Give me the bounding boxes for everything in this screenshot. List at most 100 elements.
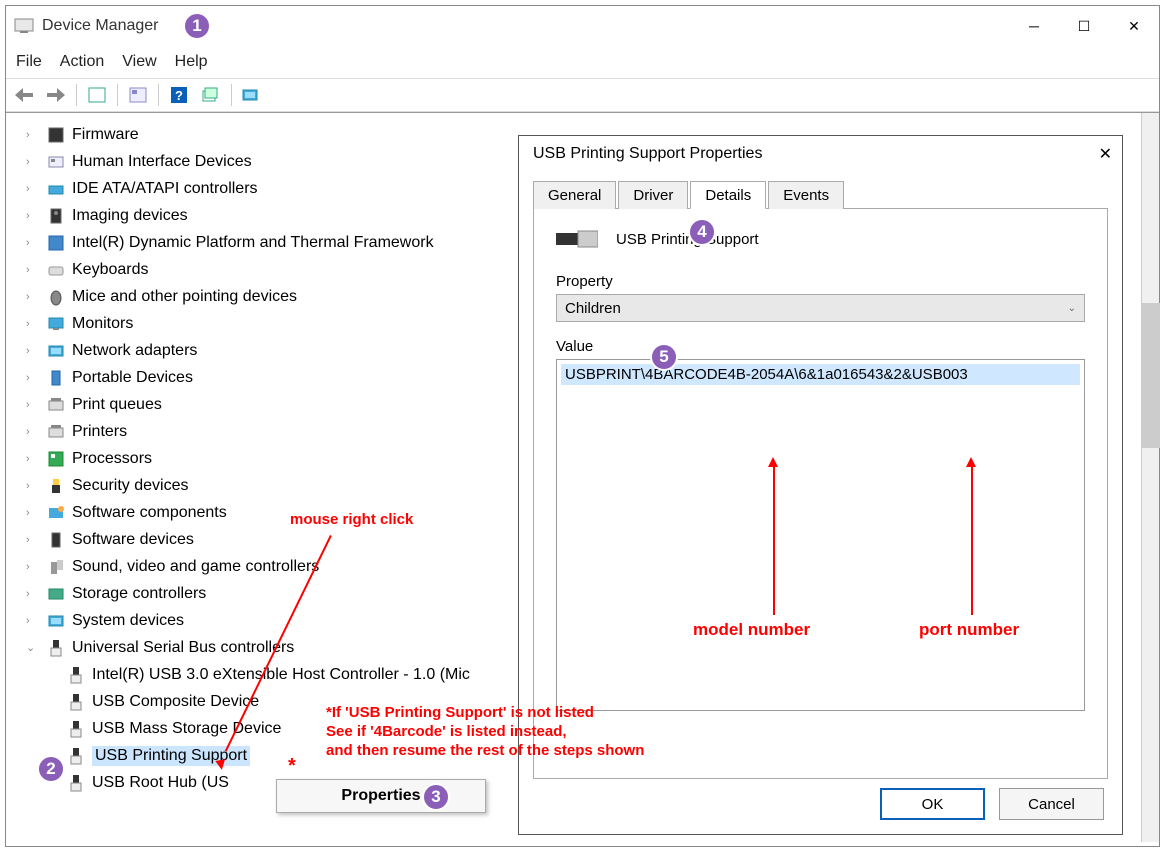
arrow-port-head <box>966 457 976 467</box>
device-icon <box>46 233 66 253</box>
chevron-right-icon[interactable]: › <box>26 507 40 519</box>
chevron-right-icon[interactable]: › <box>26 318 40 330</box>
chevron-right-icon[interactable]: › <box>26 615 40 627</box>
menu-view[interactable]: View <box>122 53 156 71</box>
device-icon <box>46 557 66 577</box>
properties-toolbar-button[interactable] <box>124 82 152 108</box>
device-icon <box>46 368 66 388</box>
dialog-title: USB Printing Support Properties <box>533 145 762 163</box>
usb-icon <box>66 665 86 685</box>
dialog-body: USB Printing Support Property Children ⌄… <box>533 209 1108 779</box>
close-button[interactable]: ✕ <box>1109 6 1159 46</box>
device-icon <box>46 422 66 442</box>
callout-5: 5 <box>650 343 678 371</box>
callout-1: 1 <box>183 12 211 40</box>
chevron-right-icon[interactable]: › <box>26 480 40 492</box>
titlebar: Device Manager ─ ☐ ✕ <box>6 6 1159 46</box>
chevron-right-icon[interactable]: › <box>26 588 40 600</box>
cancel-button[interactable]: Cancel <box>999 788 1104 820</box>
minimize-button[interactable]: ─ <box>1009 6 1059 46</box>
device-icon <box>46 260 66 280</box>
chevron-down-icon: ⌄ <box>1068 303 1076 314</box>
chevron-down-icon[interactable]: ⌄ <box>26 641 40 654</box>
anno-model: model number <box>693 620 810 640</box>
chevron-right-icon[interactable]: › <box>26 183 40 195</box>
arrow-rightclick-head <box>215 759 227 771</box>
maximize-button[interactable]: ☐ <box>1059 6 1109 46</box>
value-label: Value <box>556 338 1085 355</box>
device-icon <box>46 611 66 631</box>
menu-help[interactable]: Help <box>175 53 208 71</box>
value-listbox[interactable]: USBPRINT\4BARCODE4B-2054A\6&1a016543&2&U… <box>556 359 1085 711</box>
arrow-model <box>773 465 775 615</box>
device-icon <box>46 449 66 469</box>
device-icon <box>46 287 66 307</box>
anno-right-click: mouse right click <box>290 511 413 528</box>
chevron-right-icon[interactable]: › <box>26 561 40 573</box>
chevron-right-icon[interactable]: › <box>26 156 40 168</box>
chevron-right-icon[interactable]: › <box>26 129 40 141</box>
forward-button[interactable] <box>42 82 70 108</box>
device-icon <box>46 476 66 496</box>
device-icon <box>46 125 66 145</box>
show-hidden-button[interactable] <box>83 82 111 108</box>
menubar: File Action View Help <box>6 46 1159 78</box>
chevron-right-icon[interactable]: › <box>26 399 40 411</box>
properties-dialog: USB Printing Support Properties ✕ Genera… <box>518 135 1123 835</box>
device-icon <box>46 584 66 604</box>
tab-details[interactable]: Details <box>690 181 766 209</box>
chevron-right-icon[interactable]: › <box>26 345 40 357</box>
tab-general[interactable]: General <box>533 181 616 209</box>
chevron-right-icon[interactable]: › <box>26 237 40 249</box>
chevron-right-icon[interactable]: › <box>26 264 40 276</box>
usb-icon <box>66 719 86 739</box>
arrow-port <box>971 465 973 615</box>
anno-note-1: *If 'USB Printing Support' is not listed <box>326 704 594 721</box>
window-title: Device Manager <box>42 17 159 35</box>
chevron-right-icon[interactable]: › <box>26 210 40 222</box>
device-icon <box>46 314 66 334</box>
menu-file[interactable]: File <box>16 53 42 71</box>
chevron-right-icon[interactable]: › <box>26 291 40 303</box>
usb-icon <box>66 773 86 793</box>
context-menu-properties[interactable]: Properties <box>341 787 420 805</box>
device-icon <box>46 152 66 172</box>
tab-events[interactable]: Events <box>768 181 844 209</box>
device-icon <box>46 179 66 199</box>
ok-button[interactable]: OK <box>880 788 985 820</box>
app-icon <box>14 16 34 36</box>
chevron-right-icon[interactable]: › <box>26 426 40 438</box>
usb-icon <box>66 692 86 712</box>
help-toolbar-button[interactable]: ? <box>165 82 193 108</box>
anno-port: port number <box>919 620 1019 640</box>
asterisk-mark: * <box>288 755 296 778</box>
device-icon <box>46 395 66 415</box>
toolbar: ? <box>6 78 1159 112</box>
value-row[interactable]: USBPRINT\4BARCODE4B-2054A\6&1a016543&2&U… <box>561 364 1080 385</box>
device-icon <box>46 530 66 550</box>
back-button[interactable] <box>10 82 38 108</box>
scrollbar-thumb[interactable] <box>1142 303 1160 448</box>
scan-button[interactable] <box>197 82 225 108</box>
anno-note-3: and then resume the rest of the steps sh… <box>326 742 644 759</box>
vertical-scrollbar[interactable] <box>1141 113 1159 842</box>
menu-action[interactable]: Action <box>60 53 104 71</box>
device-icon <box>46 341 66 361</box>
device-icon <box>46 206 66 226</box>
anno-note-2: See if '4Barcode' is listed instead, <box>326 723 567 740</box>
property-dropdown[interactable]: Children ⌄ <box>556 294 1085 322</box>
callout-2: 2 <box>37 755 65 783</box>
usb-connector-icon <box>556 225 598 253</box>
callout-4: 4 <box>688 218 716 246</box>
tab-driver[interactable]: Driver <box>618 181 688 209</box>
context-menu: Properties <box>276 779 486 813</box>
usb-icon <box>46 638 66 658</box>
chevron-right-icon[interactable]: › <box>26 534 40 546</box>
dialog-close-button[interactable]: ✕ <box>1099 144 1112 164</box>
chevron-right-icon[interactable]: › <box>26 372 40 384</box>
callout-3: 3 <box>422 783 450 811</box>
device-icon <box>46 503 66 523</box>
chevron-right-icon[interactable]: › <box>26 453 40 465</box>
devices-toolbar-button[interactable] <box>238 82 266 108</box>
property-label: Property <box>556 273 1085 290</box>
